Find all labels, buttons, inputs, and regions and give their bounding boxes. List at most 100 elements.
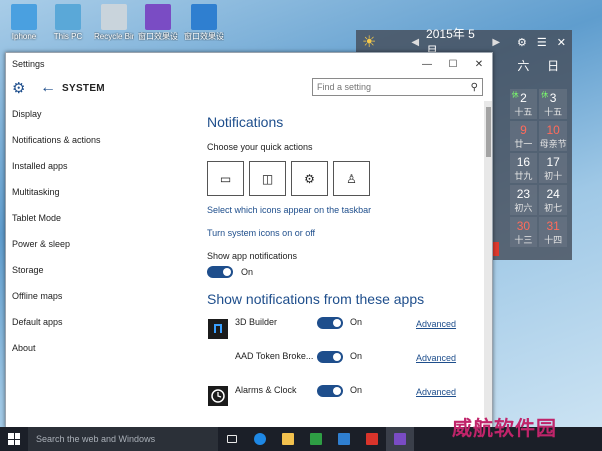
connect-user-icon: ♙ [346, 171, 357, 186]
sidebar-item-about[interactable]: About [6, 339, 193, 365]
calendar-day[interactable]: 30 十三 [509, 217, 538, 247]
desktop-icon-iphone[interactable]: Iphone [4, 4, 44, 41]
taskbar-search[interactable]: Search the web and Windows [28, 427, 218, 451]
app-name: AAD Token Broke... [235, 351, 314, 361]
search-input[interactable] [317, 82, 471, 92]
recycle-bin-icon [101, 4, 127, 30]
search-box[interactable]: ⚲ [312, 78, 483, 96]
app-row: Alarms & Clock On Advanced [207, 379, 483, 413]
3d-builder-icon [207, 317, 229, 339]
section-title: SYSTEM [62, 82, 105, 94]
sidebar-item-storage[interactable]: Storage [6, 261, 193, 287]
sidebar-item-display[interactable]: Display [6, 105, 193, 131]
watermark: 威航软件园 [452, 416, 557, 440]
weekday-header: 日 [547, 59, 560, 73]
desktop-icon-label: Recycle Bin [94, 32, 134, 41]
calendar-day[interactable]: 9 廿一 [509, 121, 538, 151]
app-shortcut-icon [145, 4, 171, 30]
task-view-button[interactable] [218, 427, 246, 451]
quick-action-connect[interactable]: ♙ [333, 161, 370, 196]
app-notification-toggle[interactable] [317, 351, 343, 363]
scrollbar[interactable] [484, 101, 492, 427]
maximize-button[interactable]: ☐ [440, 59, 466, 70]
toggle-state: On [350, 351, 363, 361]
main-content: Notifications Choose your quick actions … [193, 101, 483, 427]
calendar-day[interactable]: 16 廿九 [509, 153, 538, 183]
store-button[interactable] [302, 427, 330, 451]
quick-action-tablet-mode[interactable]: ▭ [207, 161, 244, 196]
previous-month-button[interactable]: ◀ [411, 37, 419, 48]
user-folder-icon [11, 4, 37, 30]
calendar-day[interactable]: 17 初十 [539, 153, 567, 183]
desktop-icon-this-pc[interactable]: This PC [48, 4, 88, 41]
sidebar-item-default-apps[interactable]: Default apps [6, 313, 193, 339]
show-app-notifications-label: Show app notifications [207, 251, 298, 261]
advanced-link[interactable]: Advanced [416, 319, 456, 329]
taskbar-icons-link[interactable]: Select which icons appear on the taskbar [207, 205, 483, 215]
file-explorer-icon [282, 433, 294, 445]
desktop-icon-recycle-bin[interactable]: Recycle Bin [94, 4, 134, 41]
quick-actions-row: ▭ ◫ ⚙ ♙ [207, 161, 483, 196]
calendar-header: ☀ ◀ 2015年 5月 ▶ ⚙ ☰ ✕ [356, 27, 572, 58]
tablet-mode-icon: ▭ [219, 171, 232, 186]
gear-icon: ⚙ [12, 80, 26, 97]
quick-action-settings[interactable]: ⚙ [291, 161, 328, 196]
sidebar-item-multitasking[interactable]: Multitasking [6, 183, 193, 209]
desktop-icon-label: 窗口效果设置 [138, 32, 178, 41]
red-app-icon [366, 433, 378, 445]
window-title: Settings [12, 59, 45, 69]
app-name: Alarms & Clock [235, 385, 297, 395]
menu-icon[interactable]: ☰ [537, 36, 547, 49]
weekday-header: 六 [517, 59, 530, 73]
settings-app-button[interactable] [386, 427, 414, 451]
store-icon [310, 433, 322, 445]
sidebar-item-tablet-mode[interactable]: Tablet Mode [6, 209, 193, 235]
task-view-icon [227, 435, 237, 443]
desktop-icon-window-effects-2[interactable]: 窗口效果设置 [184, 4, 224, 41]
project-icon: ◫ [261, 171, 274, 186]
search-icon[interactable]: ⚲ [471, 82, 478, 93]
minimize-button[interactable]: — [414, 59, 440, 70]
page-title: Notifications [207, 114, 284, 130]
advanced-link[interactable]: Advanced [416, 387, 456, 397]
sidebar-nav: Display Notifications & actions Installe… [6, 105, 193, 365]
outlook-icon [338, 433, 350, 445]
calendar-day[interactable]: 23 初六 [509, 185, 538, 215]
quick-actions-label: Choose your quick actions [207, 142, 313, 152]
calendar-day[interactable]: 休 3 十五 [539, 89, 567, 119]
next-month-button[interactable]: ▶ [492, 37, 500, 48]
window-titlebar: Settings — ☐ ✕ [6, 53, 492, 75]
calendar-settings-icon[interactable]: ⚙ [517, 36, 527, 49]
scrollbar-thumb[interactable] [486, 107, 491, 157]
system-icons-link[interactable]: Turn system icons on or off [207, 228, 483, 238]
close-icon[interactable]: ✕ [557, 36, 566, 49]
outlook-button[interactable] [330, 427, 358, 451]
settings-window: Settings — ☐ ✕ ⚙ ← SYSTEM ⚲ Display Noti… [5, 52, 493, 428]
edge-browser-button[interactable] [246, 427, 274, 451]
windows-logo-icon [8, 433, 20, 445]
quick-action-project[interactable]: ◫ [249, 161, 286, 196]
calendar-day[interactable]: 24 初七 [539, 185, 567, 215]
back-arrow-icon[interactable]: ← [34, 79, 62, 97]
file-explorer-button[interactable] [274, 427, 302, 451]
show-app-notifications-toggle[interactable] [207, 266, 233, 278]
desktop-icon-label: 窗口效果设置 [184, 32, 224, 41]
calendar-day[interactable]: 10 母亲节 [539, 121, 567, 151]
sidebar-item-notifications[interactable]: Notifications & actions [6, 131, 193, 157]
start-button[interactable] [0, 427, 28, 451]
toggle-state: On [350, 317, 363, 327]
red-app-button[interactable] [358, 427, 386, 451]
calendar-day[interactable]: 31 十四 [539, 217, 567, 247]
app-notification-toggle[interactable] [317, 317, 343, 329]
desktop-icon-window-effects-1[interactable]: 窗口效果设置 [138, 4, 178, 41]
sun-icon: ☀ [362, 34, 377, 51]
sidebar-item-installed-apps[interactable]: Installed apps [6, 157, 193, 183]
close-button[interactable]: ✕ [466, 59, 492, 70]
advanced-link[interactable]: Advanced [416, 353, 456, 363]
sidebar-item-offline-maps[interactable]: Offline maps [6, 287, 193, 313]
sidebar-item-power-sleep[interactable]: Power & sleep [6, 235, 193, 261]
app-notification-toggle[interactable] [317, 385, 343, 397]
calendar-day[interactable]: 休 2 十五 [509, 89, 538, 119]
alarm-clock-icon [207, 385, 229, 407]
toggle-state: On [241, 267, 254, 277]
